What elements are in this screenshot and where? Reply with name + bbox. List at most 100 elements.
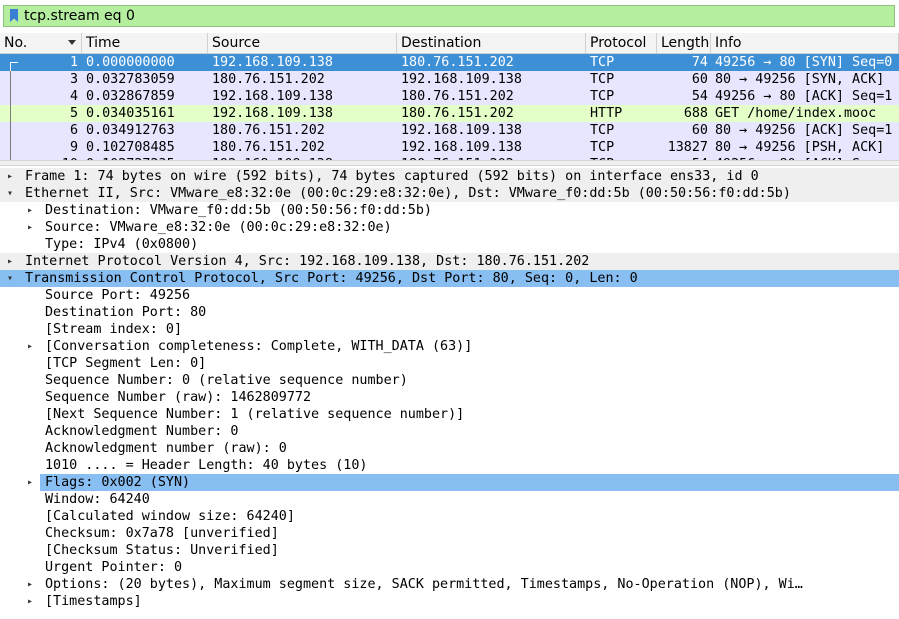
detail-field-row[interactable]: Sequence Number: 0 (relative sequence nu…: [0, 372, 899, 389]
detail-field-row[interactable]: 1010 .... = Header Length: 40 bytes (10): [0, 457, 899, 474]
detail-text: Internet Protocol Version 4, Src: 192.16…: [25, 254, 590, 269]
detail-field-row[interactable]: [Stream index: 0]: [0, 321, 899, 338]
detail-field-row[interactable]: ▸ Options: (20 bytes), Maximum segment si…: [0, 576, 899, 593]
packet-protocol-cell: TCP: [590, 89, 615, 104]
packet-time-cell: 0.032783059: [86, 72, 175, 87]
protocol-section-row[interactable]: ▾ Transmission Control Protocol, Src Port…: [0, 270, 899, 287]
detail-field-row[interactable]: [Checksum Status: Unverified]: [0, 542, 899, 559]
expanded-arrow-icon[interactable]: ▾: [4, 185, 16, 202]
detail-text: Frame 1: 74 bytes on wire (592 bits), 74…: [25, 169, 759, 184]
display-filter-input[interactable]: tcp.stream eq 0: [3, 5, 895, 27]
packet-time-cell: 0.032867859: [86, 89, 175, 104]
collapsed-arrow-icon[interactable]: ▸: [24, 219, 36, 236]
expanded-arrow-icon[interactable]: ▾: [4, 270, 16, 287]
packet-row[interactable]: 4 0.032867859 192.168.109.138 180.76.151.20…: [0, 88, 899, 105]
detail-text: Type: IPv4 (0x0800): [45, 237, 199, 252]
detail-field-row[interactable]: ▸ Flags: 0x002 (SYN): [0, 474, 899, 491]
detail-field-row[interactable]: Destination Port: 80: [0, 304, 899, 321]
packet-source-cell: 180.76.151.202: [212, 72, 325, 87]
packet-length-cell: 54: [691, 89, 708, 104]
detail-field-row[interactable]: Source Port: 49256: [0, 287, 899, 304]
conversation-line-icon: [10, 71, 11, 88]
collapsed-arrow-icon[interactable]: ▸: [24, 576, 36, 593]
conversation-line-icon: [10, 139, 11, 156]
packet-source-cell: 192.168.109.138: [212, 55, 333, 70]
packet-protocol-cell: TCP: [590, 140, 615, 155]
detail-field-row[interactable]: Acknowledgment number (raw): 0: [0, 440, 899, 457]
collapsed-arrow-icon[interactable]: ▸: [24, 474, 36, 491]
column-header-info[interactable]: Info: [711, 33, 899, 54]
detail-field-row[interactable]: Window: 64240: [0, 491, 899, 508]
conversation-line-icon: [10, 88, 11, 105]
packet-number-cell: 6: [69, 123, 78, 138]
collapsed-arrow-icon[interactable]: ▸: [4, 253, 16, 270]
detail-text: Destination Port: 80: [45, 305, 207, 320]
collapsed-arrow-icon[interactable]: ▸: [24, 593, 36, 610]
packet-row[interactable]: 3 0.032783059 180.76.151.202 192.168.109.13…: [0, 71, 899, 88]
detail-text: Ethernet II, Src: VMware_e8:32:0e (00:0c…: [25, 186, 791, 201]
detail-text: [Checksum Status: Unverified]: [45, 543, 279, 558]
packet-row[interactable]: 5 0.034035161 192.168.109.138 180.76.151.20…: [0, 105, 899, 122]
packet-details-tree[interactable]: ▸ Frame 1: 74 bytes on wire (592 bits), 7…: [0, 166, 899, 619]
detail-field-row[interactable]: ▸ [Conversation completeness: Complete, W…: [0, 338, 899, 355]
detail-text: Acknowledgment Number: 0: [45, 424, 239, 439]
packet-info-cell: 80 → 49256 [ACK] Seq=1: [715, 123, 893, 138]
detail-field-row[interactable]: ▸ Destination: VMware_f0:dd:5b (00:50:56:…: [0, 202, 899, 219]
protocol-section-row[interactable]: ▸ Internet Protocol Version 4, Src: 192.1…: [0, 253, 899, 270]
packet-row[interactable]: 1 0.000000000 192.168.109.138 180.76.151.20…: [0, 54, 899, 71]
column-header-source[interactable]: Source: [208, 33, 397, 54]
conversation-line-icon: [10, 122, 11, 139]
packet-protocol-cell: HTTP: [590, 106, 623, 121]
conversation-bracket-icon: [10, 62, 18, 71]
packet-number-cell: 4: [69, 89, 78, 104]
detail-text: Transmission Control Protocol, Src Port:…: [25, 271, 638, 286]
packet-time-cell: 0.102708485: [86, 140, 175, 155]
protocol-section-row[interactable]: ▸ Frame 1: 74 bytes on wire (592 bits), 7…: [0, 168, 899, 185]
column-header-length[interactable]: Length: [657, 33, 711, 54]
packet-row[interactable]: 9 0.102708485 180.76.151.202 192.168.109.13…: [0, 139, 899, 156]
detail-field-row[interactable]: [TCP Segment Len: 0]: [0, 355, 899, 372]
column-header-protocol[interactable]: Protocol: [586, 33, 657, 54]
packet-time-cell: 0.034035161: [86, 106, 175, 121]
detail-text: Options: (20 bytes), Maximum segment siz…: [45, 577, 803, 592]
collapsed-arrow-icon[interactable]: ▸: [24, 338, 36, 355]
packet-destination-cell: 192.168.109.138: [401, 140, 522, 155]
collapsed-arrow-icon[interactable]: ▸: [24, 202, 36, 219]
protocol-section-row[interactable]: ▾ Ethernet II, Src: VMware_e8:32:0e (00:0…: [0, 185, 899, 202]
packet-destination-cell: 180.76.151.202: [401, 89, 514, 104]
packet-number-cell: 5: [69, 106, 78, 121]
bookmark-icon[interactable]: [7, 5, 21, 27]
detail-field-row[interactable]: Sequence Number (raw): 1462809772: [0, 389, 899, 406]
detail-field-row[interactable]: [Next Sequence Number: 1 (relative seque…: [0, 406, 899, 423]
column-header-time[interactable]: Time: [82, 33, 208, 54]
detail-field-row[interactable]: Acknowledgment Number: 0: [0, 423, 899, 440]
detail-text: Flags: 0x002 (SYN): [45, 475, 191, 490]
packet-row[interactable]: 6 0.034912763 180.76.151.202 192.168.109.13…: [0, 122, 899, 139]
detail-text: 1010 .... = Header Length: 40 bytes (10): [45, 458, 368, 473]
packet-destination-cell: 192.168.109.138: [401, 72, 522, 87]
packet-list[interactable]: No. Time Source Destination Protocol Length In…: [0, 33, 899, 160]
packet-destination-cell: 180.76.151.202: [401, 106, 514, 121]
detail-field-row[interactable]: ▸ Source: VMware_e8:32:0e (00:0c:29:e8:32…: [0, 219, 899, 236]
packet-destination-cell: 192.168.109.138: [401, 123, 522, 138]
detail-text: [Calculated window size: 64240]: [45, 509, 295, 524]
collapsed-arrow-icon[interactable]: ▸: [4, 168, 16, 185]
packet-source-cell: 192.168.109.138: [212, 89, 333, 104]
packet-time-cell: 0.034912763: [86, 123, 175, 138]
packet-source-cell: 180.76.151.202: [212, 123, 325, 138]
column-header-no[interactable]: No.: [0, 33, 82, 54]
packet-source-cell: 180.76.151.202: [212, 140, 325, 155]
packet-length-cell: 60: [691, 72, 708, 87]
detail-text: Acknowledgment number (raw): 0: [45, 441, 287, 456]
sort-descending-icon: [68, 40, 76, 45]
detail-field-row[interactable]: Checksum: 0x7a78 [unverified]: [0, 525, 899, 542]
detail-field-row[interactable]: Type: IPv4 (0x0800): [0, 236, 899, 253]
packet-info-cell: GET /home/index.mooc: [715, 106, 877, 121]
detail-field-row[interactable]: Urgent Pointer: 0: [0, 559, 899, 576]
packet-protocol-cell: TCP: [590, 123, 615, 138]
packet-time-cell: 0.000000000: [86, 55, 175, 70]
detail-text: Window: 64240: [45, 492, 150, 507]
detail-field-row[interactable]: [Calculated window size: 64240]: [0, 508, 899, 525]
column-header-destination[interactable]: Destination: [397, 33, 586, 54]
detail-field-row[interactable]: ▸ [Timestamps]: [0, 593, 899, 610]
